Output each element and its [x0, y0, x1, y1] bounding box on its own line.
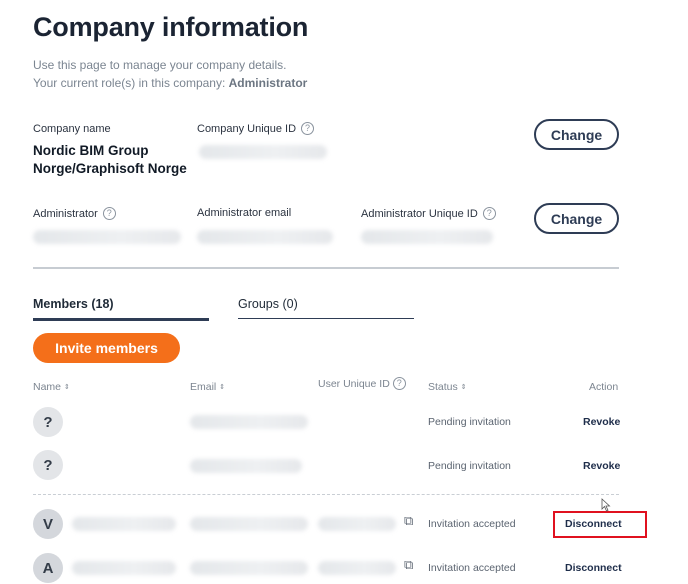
administrator-name-value	[33, 230, 181, 244]
page-title: Company information	[33, 12, 309, 42]
avatar: A	[33, 553, 63, 583]
question-circle-icon[interactable]: ?	[301, 122, 315, 135]
member-email	[190, 561, 308, 575]
avatar: V	[33, 509, 63, 539]
intro-text: Use this page to manage your company det…	[33, 56, 307, 92]
member-status: Pending invitation	[428, 460, 511, 472]
invite-members-button[interactable]: Invite members	[33, 333, 180, 363]
column-header-user-unique-id: User Unique ID ?	[318, 377, 406, 390]
column-header-action: Action	[589, 381, 619, 393]
member-name	[72, 561, 176, 575]
question-circle-icon[interactable]: ?	[482, 207, 496, 220]
question-circle-icon[interactable]: ?	[102, 207, 116, 220]
member-name	[72, 517, 176, 531]
member-status: Pending invitation	[428, 416, 511, 428]
member-user-id	[318, 561, 396, 575]
intro-line-1: Use this page to manage your company det…	[33, 58, 287, 72]
member-email	[190, 459, 302, 473]
tab-members[interactable]: Members (18)	[33, 297, 209, 321]
administrator-email-label: Administrator email	[197, 207, 292, 219]
copy-icon[interactable]: ⧉	[404, 513, 413, 529]
member-user-id	[318, 517, 396, 531]
current-role: Administrator	[228, 76, 308, 90]
highlight-box	[553, 511, 647, 538]
section-divider	[33, 267, 619, 269]
sort-icon[interactable]: ⇕	[64, 384, 70, 391]
company-name-label: Company name	[33, 123, 111, 135]
sort-icon[interactable]: ⇕	[461, 384, 467, 391]
member-status: Invitation accepted	[428, 518, 516, 530]
administrator-unique-id-label: Administrator Unique ID ?	[361, 207, 496, 220]
sort-icon[interactable]: ⇕	[219, 384, 225, 391]
tab-groups[interactable]: Groups (0)	[238, 297, 414, 319]
avatar: ?	[33, 450, 63, 480]
column-header-status[interactable]: Status ⇕	[428, 381, 467, 393]
revoke-button[interactable]: Revoke	[583, 416, 620, 428]
disconnect-button[interactable]: Disconnect	[565, 562, 622, 574]
revoke-button[interactable]: Revoke	[583, 460, 620, 472]
row-divider	[33, 494, 619, 495]
change-administrator-button[interactable]: Change	[534, 203, 619, 234]
intro-line-2: Your current role(s) in this company: Ad…	[33, 76, 308, 90]
administrator-unique-id-value	[361, 230, 493, 244]
question-circle-icon[interactable]: ?	[392, 377, 406, 390]
column-header-email[interactable]: Email ⇕	[190, 381, 225, 393]
company-unique-id-label: Company Unique ID ?	[197, 122, 315, 135]
copy-icon[interactable]: ⧉	[404, 557, 413, 573]
company-name-value: Nordic BIM Group Norge/Graphisoft Norge	[33, 143, 187, 176]
avatar: ?	[33, 407, 63, 437]
administrator-label: Administrator ?	[33, 207, 116, 220]
administrator-email-value	[197, 230, 333, 244]
column-header-name[interactable]: Name ⇕	[33, 381, 70, 393]
member-email	[190, 415, 308, 429]
change-company-button[interactable]: Change	[534, 119, 619, 150]
member-email	[190, 517, 308, 531]
member-status: Invitation accepted	[428, 562, 516, 574]
mouse-cursor-icon	[601, 498, 611, 512]
company-unique-id-value	[199, 145, 327, 159]
